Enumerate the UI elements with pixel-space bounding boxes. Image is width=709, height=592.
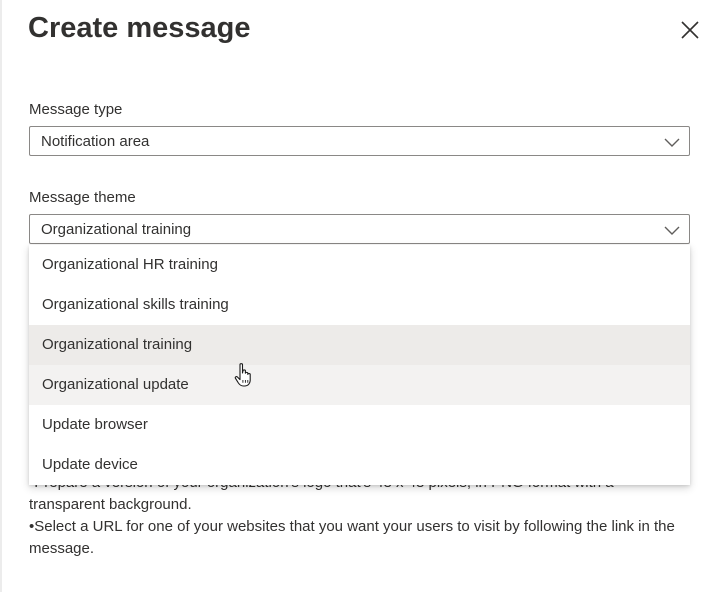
option-update-device[interactable]: Update device <box>29 445 690 485</box>
option-organizational-training[interactable]: Organizational training <box>29 325 690 365</box>
panel-title: Create message <box>28 12 251 44</box>
message-type-label: Message type <box>29 101 123 118</box>
option-organizational-skills-training[interactable]: Organizational skills training <box>29 285 690 325</box>
hand-pointer-icon <box>233 362 255 388</box>
message-theme-label: Message theme <box>29 189 136 206</box>
url-instruction: •Select a URL for one of your websites t… <box>29 518 675 557</box>
message-type-dropdown[interactable]: Notification area <box>29 126 690 156</box>
message-type-value: Notification area <box>41 133 150 150</box>
option-update-browser[interactable]: Update browser <box>29 405 690 445</box>
instructions-text: •Prepare a version of your organization'… <box>29 472 693 560</box>
option-organizational-update[interactable]: Organizational update <box>29 365 690 405</box>
message-theme-dropdown[interactable]: Organizational training <box>29 214 690 244</box>
option-organizational-hr-training[interactable]: Organizational HR training <box>29 245 690 285</box>
chevron-down-icon <box>664 223 680 237</box>
chevron-down-icon <box>664 135 680 149</box>
close-icon[interactable] <box>678 18 702 42</box>
message-theme-options-list: Organizational HR training Organizationa… <box>29 245 690 485</box>
create-message-panel: Create message Message type Notification… <box>0 0 709 592</box>
message-theme-value: Organizational training <box>41 221 192 238</box>
